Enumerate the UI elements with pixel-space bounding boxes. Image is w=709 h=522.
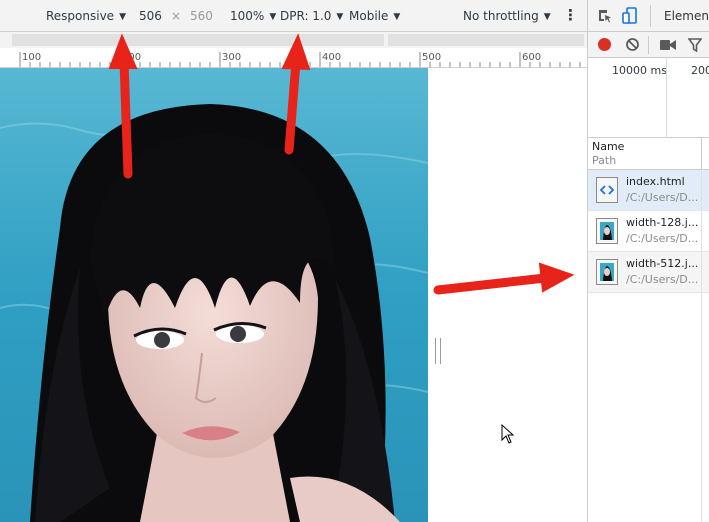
request-name: width-128.j... [626, 216, 699, 229]
device-select-label: Responsive [46, 9, 115, 23]
devtools-panel: Elements 10000 ms 200 Name Path inde [587, 0, 709, 522]
image-file-icon [596, 218, 618, 244]
overview-gridline [666, 58, 667, 138]
tab-divider [650, 5, 651, 27]
chevron-down-icon: ▼ [543, 12, 551, 22]
ruler-label: 300 [222, 52, 242, 63]
height-input[interactable]: 560 [190, 9, 213, 23]
devtools-tab-bar: Elements [588, 0, 709, 32]
dimension-separator: × [171, 9, 182, 23]
request-row[interactable]: width-512.j... /C:/Users/D... [588, 252, 709, 293]
filter-icon[interactable] [688, 38, 702, 52]
zoom-select[interactable]: 100% ▼ [230, 9, 276, 23]
more-options-icon[interactable]: ⋮ [563, 6, 578, 24]
toolbar-divider [648, 36, 649, 54]
request-path: /C:/Users/D... [626, 273, 699, 286]
network-overview[interactable]: 10000 ms 200 [588, 58, 709, 138]
chevron-down-icon: ▼ [336, 12, 344, 22]
overview-time-label: 10000 ms [612, 64, 667, 77]
ruler-ticks [19, 52, 581, 67]
device-toolbar: Responsive ▼ 506 × 560 100% ▼ DPR: 1.0 ▼ Mo… [0, 0, 587, 32]
ruler: 100 200 300 400 500 600 [0, 48, 587, 68]
request-name: index.html [626, 175, 685, 188]
column-divider [701, 170, 702, 522]
tab-elements[interactable]: Elements [664, 9, 709, 23]
media-query-segment[interactable] [388, 34, 584, 46]
device-select[interactable]: Responsive ▼ [46, 9, 126, 23]
portrait-photo [0, 68, 428, 522]
overview-time-label: 200 [691, 64, 709, 77]
media-query-segment[interactable] [12, 34, 384, 46]
device-type-label: Mobile [349, 9, 389, 23]
chevron-down-icon: ▼ [393, 12, 401, 22]
column-header-path[interactable]: Path [592, 154, 616, 167]
requests-table-header[interactable]: Name Path [588, 138, 709, 170]
emulation-background [428, 68, 587, 522]
request-path: /C:/Users/D... [626, 232, 699, 245]
zoom-select-label: 100% [230, 9, 265, 23]
width-input[interactable]: 506 [139, 9, 162, 23]
image-file-icon [596, 259, 618, 285]
record-icon[interactable] [598, 38, 611, 51]
device-toolbar-icon[interactable] [622, 7, 638, 25]
request-name: width-512.j... [626, 257, 699, 270]
ruler-label: 400 [322, 52, 342, 63]
chevron-down-icon: ▼ [269, 12, 277, 22]
device-viewport [0, 68, 428, 522]
network-toolbar [588, 32, 709, 58]
request-row[interactable]: index.html /C:/Users/D... [588, 170, 709, 211]
ruler-label: 100 [22, 52, 42, 63]
dpr-select[interactable]: DPR: 1.0 ▼ [280, 9, 343, 23]
ruler-label: 600 [522, 52, 542, 63]
column-divider [701, 138, 702, 170]
mouse-cursor-icon [501, 424, 515, 444]
column-header-name[interactable]: Name [592, 140, 624, 153]
throttling-label: No throttling [463, 9, 539, 23]
viewport-resize-handle[interactable] [435, 338, 441, 364]
inspect-element-icon[interactable] [597, 8, 613, 24]
html-file-icon [596, 177, 618, 203]
dpr-select-label: DPR: 1.0 [280, 9, 332, 23]
throttling-select[interactable]: No throttling ▼ [463, 9, 551, 23]
ruler-label: 200 [122, 52, 142, 63]
device-type-select[interactable]: Mobile ▼ [349, 9, 400, 23]
request-path: /C:/Users/D... [626, 191, 699, 204]
media-query-bar[interactable] [0, 32, 587, 48]
clear-icon[interactable] [625, 37, 640, 52]
request-row[interactable]: width-128.j... /C:/Users/D... [588, 211, 709, 252]
chevron-down-icon: ▼ [119, 12, 126, 22]
ruler-label: 500 [422, 52, 442, 63]
video-camera-icon[interactable] [660, 39, 676, 51]
